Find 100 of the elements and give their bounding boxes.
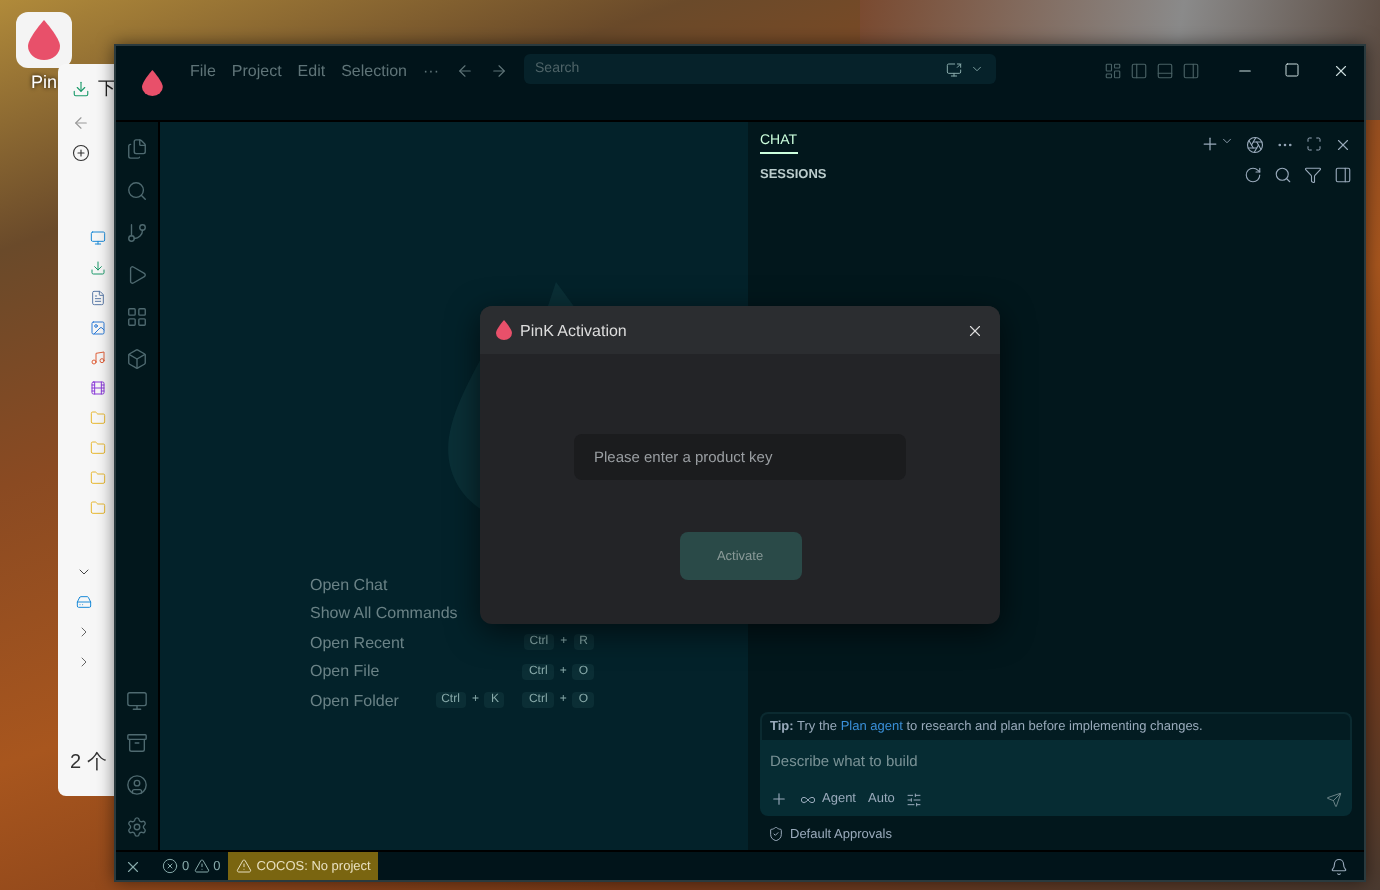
forward-button[interactable] bbox=[489, 61, 508, 79]
menu-item[interactable]: Project bbox=[231, 61, 282, 79]
arrow-left-icon bbox=[455, 61, 474, 79]
plus-icon bbox=[770, 790, 788, 808]
attach-button[interactable] bbox=[770, 790, 788, 808]
grid-icon bbox=[126, 306, 148, 328]
maximize-icon bbox=[1284, 62, 1300, 78]
chevron-down-icon bbox=[969, 62, 984, 76]
folder-icon bbox=[90, 410, 106, 426]
notifications-button[interactable] bbox=[1330, 857, 1348, 875]
error-icon bbox=[162, 858, 178, 874]
chevron-down-icon bbox=[76, 564, 92, 580]
folder-icon bbox=[90, 440, 106, 456]
left-panel-button[interactable] bbox=[1130, 61, 1148, 79]
remote-icon bbox=[124, 857, 142, 875]
dialog-close-button[interactable] bbox=[966, 321, 984, 339]
close-icon bbox=[1331, 61, 1349, 79]
panel-right-icon bbox=[1182, 61, 1200, 79]
activity-bar-button[interactable] bbox=[126, 180, 148, 202]
droplet-logo-icon bbox=[28, 20, 60, 60]
screen-share-icon bbox=[945, 61, 962, 77]
activity-bar-button[interactable] bbox=[126, 264, 148, 286]
send-icon bbox=[1326, 791, 1342, 807]
new-chat-button[interactable] bbox=[1200, 134, 1234, 154]
folder-icon bbox=[90, 500, 106, 516]
droplet-logo-icon bbox=[142, 70, 164, 96]
settings-icon bbox=[126, 816, 148, 838]
document-icon bbox=[90, 290, 106, 306]
drive-icon bbox=[76, 594, 92, 610]
aperture-button[interactable] bbox=[1246, 135, 1264, 153]
close-icon bbox=[966, 321, 984, 339]
panel-button[interactable] bbox=[1334, 166, 1352, 184]
command-link[interactable]: Open Recent bbox=[310, 633, 524, 652]
cube-icon bbox=[126, 348, 148, 370]
folder-icon bbox=[90, 470, 106, 486]
files-icon bbox=[126, 138, 148, 160]
layout-icon bbox=[1104, 61, 1122, 79]
shortcut-label: Pin bbox=[30, 72, 57, 92]
panel-bottom-icon bbox=[1156, 61, 1174, 79]
menu-item[interactable]: Selection bbox=[341, 61, 408, 79]
music-icon bbox=[90, 350, 106, 366]
maximize-icon bbox=[1306, 136, 1322, 152]
menu-item[interactable]: File bbox=[190, 61, 216, 79]
close-panel-button[interactable] bbox=[1334, 135, 1352, 153]
panel-left-icon bbox=[1130, 61, 1148, 79]
play-icon bbox=[126, 264, 148, 286]
activity-bar-button[interactable] bbox=[126, 732, 148, 754]
explorer-tab-title[interactable]: 下 bbox=[98, 76, 116, 102]
archive-icon bbox=[126, 732, 148, 754]
search-icon bbox=[1274, 166, 1292, 184]
panel-right-icon bbox=[1334, 166, 1352, 184]
activity-bar-button[interactable] bbox=[126, 348, 148, 370]
command-link[interactable]: Open File bbox=[310, 662, 523, 681]
activity-bar-button[interactable] bbox=[126, 816, 148, 838]
warning-icon bbox=[193, 858, 210, 874]
close-icon bbox=[1334, 135, 1352, 153]
layout-button[interactable] bbox=[1104, 61, 1122, 79]
arrow-right-icon bbox=[489, 61, 508, 79]
droplet-logo-icon bbox=[496, 320, 512, 340]
app-shortcut-tile[interactable] bbox=[16, 12, 72, 68]
sliders-icon bbox=[906, 791, 923, 807]
filter-icon bbox=[1304, 166, 1322, 184]
send-button[interactable] bbox=[1326, 791, 1342, 807]
filter-button[interactable] bbox=[1304, 166, 1322, 184]
monitor-icon bbox=[90, 230, 106, 246]
branch-icon bbox=[126, 222, 148, 244]
activity-bar-button[interactable] bbox=[126, 774, 148, 796]
fullscreen-button[interactable] bbox=[1306, 136, 1322, 152]
monitor-icon bbox=[126, 690, 148, 712]
refresh-button[interactable] bbox=[1244, 166, 1262, 184]
image-icon bbox=[90, 320, 106, 336]
item-count-text: 2 个 bbox=[70, 750, 107, 776]
activity-bar-button[interactable] bbox=[126, 306, 148, 328]
bottom-panel-button[interactable] bbox=[1156, 61, 1174, 79]
account-icon bbox=[126, 774, 148, 796]
activity-bar-button[interactable] bbox=[126, 690, 148, 712]
command-link[interactable]: Open Folder bbox=[310, 691, 436, 710]
chevron-down-icon bbox=[1220, 134, 1234, 148]
menu-item[interactable]: Edit bbox=[297, 61, 326, 79]
refresh-icon bbox=[1244, 166, 1262, 184]
shield-icon bbox=[768, 826, 784, 842]
bell-icon bbox=[1330, 857, 1348, 875]
download-icon bbox=[90, 260, 106, 276]
warning-icon bbox=[236, 858, 253, 874]
back-arrow-icon bbox=[72, 114, 90, 132]
infinity-icon bbox=[800, 791, 816, 807]
film-icon bbox=[90, 380, 106, 396]
download-icon bbox=[72, 80, 90, 98]
dialog-title: PinK Activation bbox=[520, 321, 629, 339]
new-icon bbox=[72, 144, 90, 162]
search-button[interactable] bbox=[1274, 166, 1292, 184]
aperture-icon bbox=[1246, 135, 1264, 153]
back-button[interactable] bbox=[455, 61, 474, 79]
search-icon bbox=[126, 180, 148, 202]
settings-button[interactable] bbox=[906, 791, 923, 807]
activity-bar-button[interactable] bbox=[126, 222, 148, 244]
plus-icon bbox=[1200, 134, 1220, 154]
right-panel-button[interactable] bbox=[1182, 61, 1200, 79]
activity-bar-button[interactable] bbox=[126, 138, 148, 160]
menu-item[interactable]: ··· bbox=[423, 61, 440, 79]
